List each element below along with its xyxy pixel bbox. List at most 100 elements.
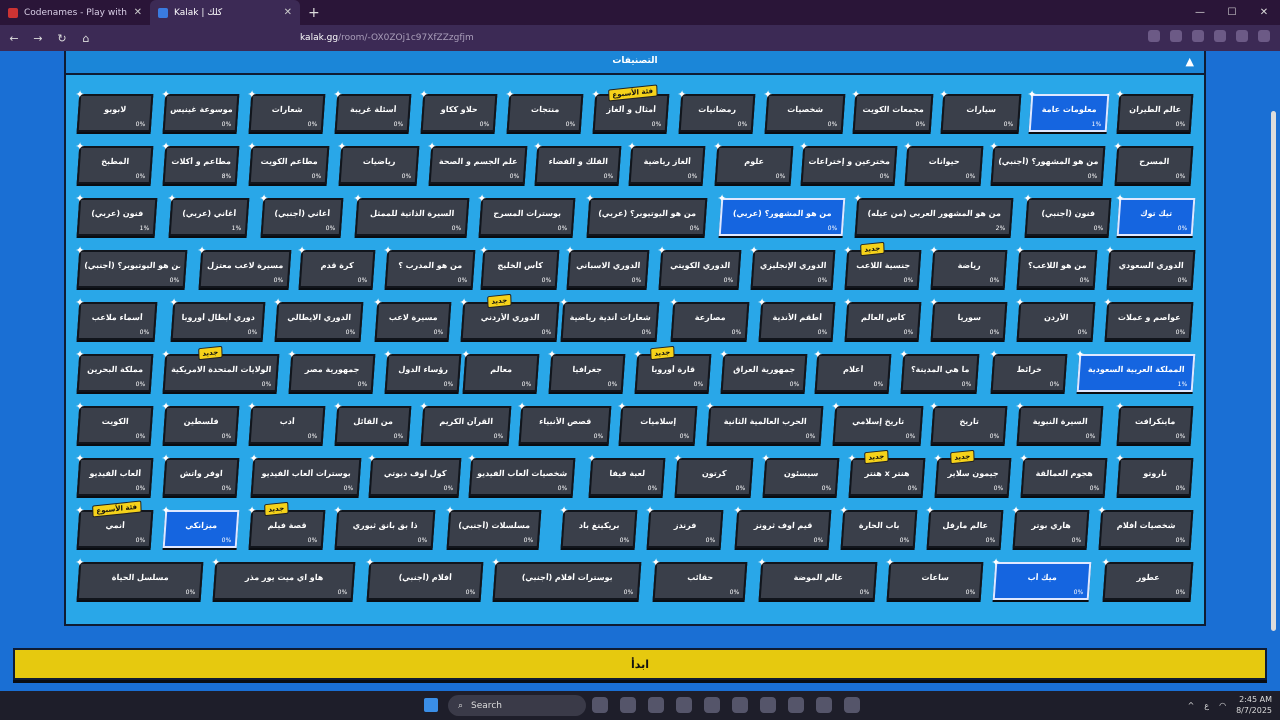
start-button[interactable]: ابدأ [13, 648, 1267, 680]
category-tile[interactable]: ✦ شعارات 0% [247, 88, 326, 132]
category-tile[interactable]: ✦ بوسترات المسرح 0% [477, 192, 576, 236]
steam-icon[interactable] [760, 697, 776, 713]
category-tile[interactable]: ✦ مسيرة لاعب معتزل 0% [197, 244, 292, 288]
category-tile[interactable]: ✦ كأس العالم 0% [843, 296, 922, 340]
category-tile[interactable]: ✦ كأس الخليج 0% [479, 244, 560, 288]
category-tile[interactable]: ✦ حيوانات 0% [903, 140, 984, 184]
category-tile[interactable]: ✦ بوسترات أفلام (أجنبي) 0% [491, 556, 642, 600]
category-tile[interactable]: ✦ ميزانكي 0% [161, 504, 240, 548]
category-tile[interactable]: ✦ عالم الطيران 0% [1115, 88, 1194, 132]
back-icon[interactable]: ← [4, 32, 24, 45]
category-tile[interactable]: ✦ خرائط 0% [989, 348, 1068, 392]
category-tile[interactable]: ✦ أدب 0% [247, 400, 326, 444]
category-tile[interactable]: ✦ حقائب 0% [651, 556, 748, 600]
extension-icon[interactable] [1192, 30, 1204, 42]
menu-icon[interactable] [1258, 30, 1270, 42]
category-tile[interactable]: ✦ أفلام (أجنبي) 0% [365, 556, 484, 600]
category-tile[interactable]: ✦ المطبخ 0% [75, 140, 154, 184]
category-tile[interactable]: ✦ المسرح 0% [1113, 140, 1194, 184]
category-tile[interactable]: ✦ الدوري الإنجليزي 0% [749, 244, 836, 288]
forward-icon[interactable]: → [28, 32, 48, 45]
category-tile[interactable]: ✦ قصص الأنبياء 0% [517, 400, 612, 444]
category-tile[interactable]: ✦ منتجات 0% [505, 88, 584, 132]
category-tile[interactable]: ✦ لابوبو 0% [75, 88, 154, 132]
wifi-icon[interactable]: ◠ [1219, 701, 1226, 710]
category-tile[interactable]: ✦ جغرافيا 0% [547, 348, 626, 392]
category-tile[interactable]: ✦ تيك توك 0% [1115, 192, 1196, 236]
category-tile[interactable]: ✦ هاري بوتر 0% [1011, 504, 1090, 548]
category-tile[interactable]: ✦ ميك أب 0% [991, 556, 1092, 600]
app-icon[interactable] [620, 697, 636, 713]
category-tile[interactable]: ✦ كول اوف ديوتي 0% [367, 452, 462, 496]
category-tile[interactable]: ✦ ماينكرافت 0% [1115, 400, 1194, 444]
xbox-icon[interactable] [648, 697, 664, 713]
category-tile[interactable]: ✦ قصة فيلم 0% جديد [247, 501, 326, 548]
file-explorer-icon[interactable] [788, 697, 804, 713]
category-tile[interactable]: ✦ الدوري الأردني 0% جديد [459, 293, 560, 340]
category-tile[interactable]: ✦ القرآن الكريم 0% [419, 400, 512, 444]
category-tile[interactable]: ✦ شخصيات أفلام 0% [1097, 504, 1194, 548]
category-tile[interactable]: ✦ تاريخ إسلامي 0% [831, 400, 924, 444]
category-tile[interactable]: ✦ الأردن 0% [1015, 296, 1096, 340]
category-tile[interactable]: ✦ أمثال و ألغاز 0% فئة الأسبوع [591, 84, 670, 132]
app-icon[interactable] [704, 697, 720, 713]
close-window-icon[interactable]: ✕ [1248, 0, 1280, 25]
category-tile[interactable]: ✦ رؤساء الدول 0% [383, 348, 462, 392]
reload-icon[interactable]: ↻ [52, 32, 72, 45]
category-tile[interactable]: ✦ فنون (عربي) 1% [75, 192, 158, 236]
category-tile[interactable]: ✦ موسوعة غينيس 0% [161, 88, 240, 132]
category-tile[interactable]: ✦ أعلام 0% [813, 348, 892, 392]
extension-icon[interactable] [1170, 30, 1182, 42]
category-tile[interactable]: ✦ أغاني (عربي) 1% [167, 192, 250, 236]
category-tile[interactable]: ✦ بوسترات ألعاب الفيديو 0% [249, 452, 362, 496]
category-tile[interactable]: ✦ مسلسل الحياة 0% [75, 556, 204, 600]
category-tile[interactable]: ✦ قارة أوروبا 0% جديد [633, 345, 712, 392]
category-tile[interactable]: ✦ ناروتو 0% [1115, 452, 1194, 496]
tab-codenames[interactable]: Codenames - Play with your Friends ✕ [0, 0, 150, 25]
app-icon[interactable] [844, 697, 860, 713]
category-tile[interactable]: ✦ أسماء ملاعب 0% [75, 296, 158, 340]
category-tile[interactable]: ✦ من هو المدرب ؟ 0% [383, 244, 476, 288]
category-tile[interactable]: ✦ عالم الموضة 0% [757, 556, 878, 600]
category-tile[interactable]: ✦ إسلاميات 0% [617, 400, 698, 444]
category-tile[interactable]: ✦ مسيرة لاعب 0% [373, 296, 452, 340]
tab-kalak[interactable]: Kalak | كلك ✕ [150, 0, 300, 25]
category-tile[interactable]: ✦ جمهورية مصر 0% [287, 348, 376, 392]
category-tile[interactable]: ✦ ألغاز رياضية 0% [627, 140, 706, 184]
category-tile[interactable]: ✦ شعارات أندية رياضية 0% [559, 296, 660, 340]
category-tile[interactable]: ✦ ساعات 0% [885, 556, 984, 600]
category-tile[interactable]: ✦ من هو المشهور؟ (أجنبي) 0% [989, 140, 1106, 184]
url-field[interactable]: kalak.gg/room/-OX0ZOj1c97XfZZzgfjm [300, 30, 940, 46]
category-tile[interactable]: ✦ حلاو ككاو 0% [419, 88, 498, 132]
category-tile[interactable]: ✦ علم الجسم و الصحة 0% [427, 140, 528, 184]
category-tile[interactable]: ✦ معالم 0% [461, 348, 540, 392]
category-tile[interactable]: ✦ رياضة 0% [929, 244, 1008, 288]
category-tile[interactable]: ✦ أطقم الأندية 0% [757, 296, 836, 340]
category-tile[interactable]: ✦ رمضانيات 0% [677, 88, 756, 132]
category-tile[interactable]: ✦ دوري أبطال أوروبا 0% [169, 296, 266, 340]
category-tile[interactable]: ✦ مطاعم الكويت 0% [247, 140, 330, 184]
category-tile[interactable]: ✦ عطور 0% [1101, 556, 1194, 600]
category-tile[interactable]: ✦ سيسئون 0% [761, 452, 840, 496]
category-tile[interactable]: ✦ هنتر x هنتر 0% جديد [847, 449, 926, 496]
category-tile[interactable]: ✦ اوفر واتش 0% [161, 452, 240, 496]
category-tile[interactable]: ✦ مملكة البحرين 0% [75, 348, 154, 392]
category-tile[interactable]: ✦ مخترعين و إختراعات 0% [799, 140, 898, 184]
category-tile[interactable]: ✦ من هو اللاعب؟ 0% [1015, 244, 1098, 288]
brave-browser-icon[interactable] [676, 697, 692, 713]
category-tile[interactable]: ✦ جنسية اللاعب 0% جديد [843, 241, 922, 288]
category-tile[interactable]: ✦ فنون (أجنبي) 0% [1023, 192, 1112, 236]
category-tile[interactable]: ✦ تاريخ 0% [929, 400, 1008, 444]
category-tile[interactable]: ✦ لعبة فيفا 0% [587, 452, 666, 496]
sidebar-icon[interactable] [1214, 30, 1226, 42]
category-tile[interactable]: ✦ أسئلة غريبة 0% [333, 88, 412, 132]
category-tile[interactable]: ✦ مطاعم و أكلات 8% [161, 140, 240, 184]
category-tile[interactable]: ✦ المملكة العربية السعودية 1% [1075, 348, 1196, 392]
category-tile[interactable]: ✦ مسلسلات (أجنبي) 0% [445, 504, 542, 548]
page-scrollbar[interactable] [1271, 111, 1276, 631]
category-tile[interactable]: ✦ الدوري السعودي 0% [1105, 244, 1196, 288]
category-tile[interactable]: ✦ هاو اي ميت يور مذر 0% [211, 556, 356, 600]
category-tile[interactable]: ✦ مصارعة 0% [669, 296, 750, 340]
category-tile[interactable]: ✦ من هو المشهور؟ (عربي) 0% [717, 192, 846, 236]
category-tile[interactable]: ✦ مجمعات الكويت 0% [851, 88, 934, 132]
